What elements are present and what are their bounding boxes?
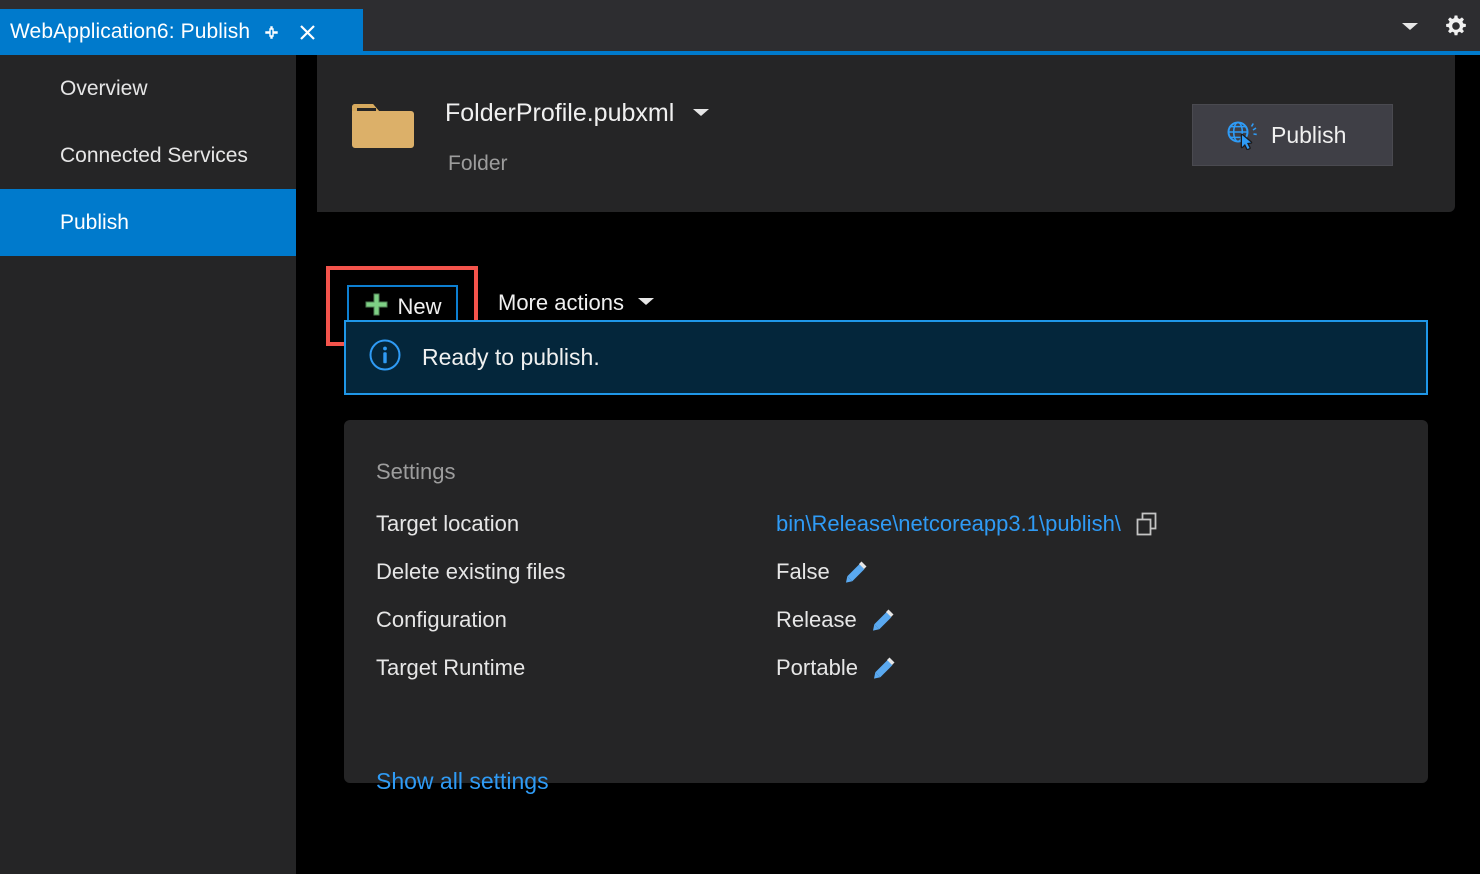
chevron-down-icon[interactable] [692, 105, 710, 123]
settings-row-configuration: Configuration Release [376, 607, 1396, 655]
window-tools [1394, 10, 1472, 42]
sidebar-item-publish[interactable]: Publish [0, 189, 296, 256]
tab-publish[interactable]: WebApplication6: Publish [0, 9, 363, 55]
settings-title: Settings [376, 459, 456, 485]
settings-rows: Target location bin\Release\netcoreapp3.… [376, 511, 1396, 703]
target-location-link[interactable]: bin\Release\netcoreapp3.1\publish\ [776, 511, 1121, 537]
sidebar-item-overview[interactable]: Overview [0, 55, 296, 122]
status-banner-text: Ready to publish. [422, 344, 600, 371]
sidebar-item-label: Overview [60, 77, 148, 101]
gear-icon[interactable] [1440, 10, 1472, 42]
settings-row-target-location: Target location bin\Release\netcoreapp3.… [376, 511, 1396, 559]
settings-row-label: Target location [376, 511, 519, 537]
profile-name: FolderProfile.pubxml [445, 99, 674, 128]
sidebar-item-connected-services[interactable]: Connected Services [0, 122, 296, 189]
profile-subtitle: Folder [448, 152, 508, 176]
settings-row-value: bin\Release\netcoreapp3.1\publish\ [776, 511, 1160, 537]
publish-content: FolderProfile.pubxml Folder [317, 55, 1480, 874]
profile-header: FolderProfile.pubxml Folder [317, 55, 1455, 212]
sidebar: Overview Connected Services Publish [0, 55, 296, 874]
pin-icon[interactable] [256, 17, 286, 47]
settings-row-target-runtime: Target Runtime Portable [376, 655, 1396, 703]
settings-card: Settings Target location bin\Release\net… [344, 420, 1428, 783]
more-actions-label: More actions [498, 290, 624, 316]
settings-row-value: Portable [776, 655, 897, 681]
more-actions-button[interactable]: More actions [498, 290, 655, 316]
sidebar-content-divider [296, 55, 317, 874]
settings-row-value: Release [776, 607, 896, 633]
new-button-label: New [397, 294, 441, 320]
copy-icon[interactable] [1134, 511, 1160, 537]
publish-button-label: Publish [1271, 122, 1346, 149]
show-all-settings-link[interactable]: Show all settings [376, 768, 549, 795]
profile-name-row[interactable]: FolderProfile.pubxml [445, 99, 710, 128]
tab-title: WebApplication6: Publish [10, 20, 250, 44]
settings-row-value-text: Release [776, 607, 857, 633]
settings-row-value: False [776, 559, 869, 585]
close-icon[interactable] [292, 17, 322, 47]
settings-row-delete-existing-files: Delete existing files False [376, 559, 1396, 607]
globe-cursor-icon [1225, 120, 1257, 150]
settings-row-value-text: Portable [776, 655, 858, 681]
settings-row-label: Target Runtime [376, 655, 525, 681]
pencil-icon[interactable] [871, 655, 897, 681]
publish-button[interactable]: Publish [1192, 104, 1393, 166]
chevron-down-icon [637, 294, 655, 312]
settings-row-value-text: False [776, 559, 830, 585]
sidebar-item-label: Publish [60, 211, 129, 235]
publish-window: WebApplication6: Publish [0, 0, 1480, 874]
sidebar-item-label: Connected Services [60, 144, 248, 168]
pencil-icon[interactable] [870, 607, 896, 633]
info-circle-icon [368, 338, 402, 377]
status-banner: Ready to publish. [344, 320, 1428, 395]
settings-row-label: Delete existing files [376, 559, 566, 585]
plus-icon [363, 291, 390, 323]
actions-bar: New More actions [317, 212, 1480, 310]
settings-row-label: Configuration [376, 607, 507, 633]
pencil-icon[interactable] [843, 559, 869, 585]
chevron-down-icon[interactable] [1394, 10, 1426, 42]
tab-strip: WebApplication6: Publish [0, 0, 1480, 55]
folder-icon [352, 101, 414, 156]
